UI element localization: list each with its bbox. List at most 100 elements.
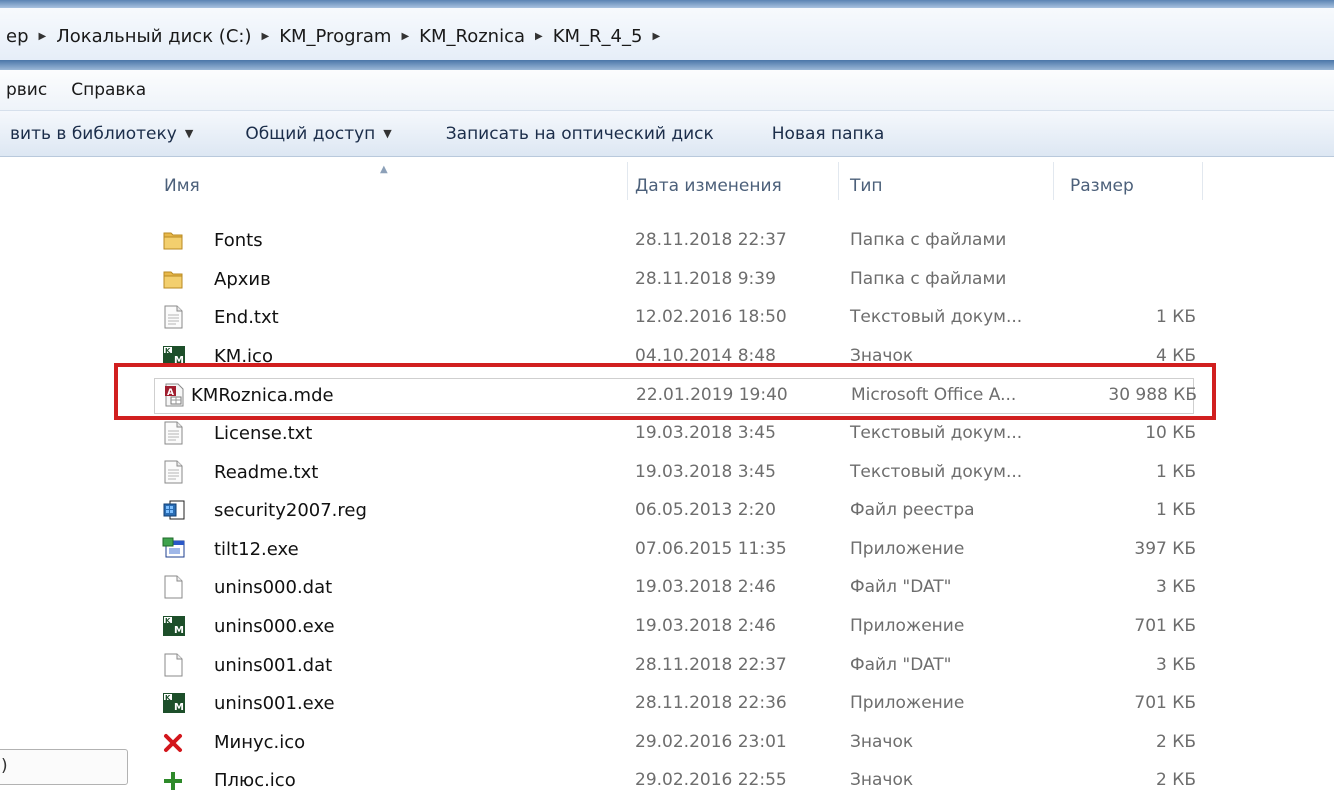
chevron-right-icon[interactable]: ▶ [648,31,664,42]
file-date: 06.05.2013 2:20 [635,500,776,521]
share-label: Общий доступ [245,123,376,144]
burn-disc-button[interactable]: Записать на оптический диск [442,124,718,144]
blank-file-icon [162,575,184,599]
chevron-right-icon[interactable]: ▶ [531,31,547,42]
file-name: security2007.reg [214,500,367,522]
add-to-library-button[interactable]: вить в библиотеку ▼ [6,124,197,144]
blank-file-icon [162,653,184,677]
column-header-type[interactable]: Тип [850,176,883,196]
file-name: unins000.exe [214,616,335,637]
breadcrumb-item-km-r-4-5[interactable]: KM_R_4_5 [547,26,649,47]
file-row[interactable]: Архив 28.11.2018 9:39 Папка с файлами [130,263,1210,299]
menu-item-help[interactable]: Справка [59,80,158,100]
file-type: Файл "DAT" [850,577,952,598]
file-name: Архив [214,268,271,290]
file-type: Текстовый докум... [850,461,1023,482]
file-size: 397 КБ [1134,538,1196,559]
file-row[interactable]: security2007.reg 06.05.2013 2:20 Файл реес… [130,494,1210,530]
file-type: Файл "DAT" [850,654,952,675]
menu-item-service[interactable]: рвис [0,80,59,100]
breadcrumb-item-local-disk[interactable]: Локальный диск (C:) [50,26,257,47]
file-date: 12.02.2016 18:50 [635,307,787,328]
address-bar[interactable]: ер ▶ Локальный диск (C:) ▶ KM_Program ▶ … [0,8,1334,61]
file-date: 19.03.2018 2:46 [635,577,776,598]
chevron-right-icon[interactable]: ▶ [397,31,413,42]
column-header-size[interactable]: Размер [1070,176,1134,196]
chevron-right-icon[interactable]: ▶ [257,31,273,42]
file-name: unins001.exe [214,693,335,715]
file-size: 1 КБ [1156,461,1196,482]
breadcrumb-item-km-roznica[interactable]: KM_Roznica [413,26,531,47]
file-row[interactable]: M Kunins001.exe 28.11.2018 22:36 Приложение… [130,687,1210,723]
file-size: 701 КБ [1134,616,1196,636]
svg-text:M: M [174,702,184,713]
svg-text:K: K [165,347,171,355]
file-type: Файл реестра [850,500,975,521]
file-type: Значок [850,731,914,752]
file-name: unins000.dat [214,577,333,599]
red-x-icon [162,730,184,754]
file-row[interactable]: Readme.txt 19.03.2018 3:45 Текстовый докум… [130,456,1210,492]
breadcrumb: ер ▶ Локальный диск (C:) ▶ KM_Program ▶ … [0,24,664,48]
file-type: Папка с файлами [850,230,1007,250]
file-row[interactable]: Fonts 28.11.2018 22:37 Папка с файлами [130,224,1210,260]
breadcrumb-item-computer[interactable]: ер [0,26,35,47]
column-divider[interactable] [627,162,628,200]
file-name: License.txt [214,423,313,444]
chevron-right-icon[interactable]: ▶ [35,31,51,42]
command-bar: вить в библиотеку ▼ Общий доступ ▼ Запис… [0,111,1334,157]
column-divider[interactable] [1202,162,1203,200]
file-row[interactable]: tilt12.exe 07.06.2015 11:35 Приложение 397 … [130,533,1210,569]
file-row[interactable]: unins001.dat 28.11.2018 22:37 Файл "DAT" 3 … [130,649,1210,685]
file-size: 1 КБ [1156,307,1196,328]
file-name: unins001.dat [214,654,333,676]
file-row[interactable]: Минус.ico 29.02.2016 23:01 Значок 2 КБ [130,726,1210,762]
file-row[interactable]: M K unins000.exe 19.03.2018 2:46 Приложение 7… [130,610,1210,646]
breadcrumb-item-km-program[interactable]: KM_Program [273,26,397,47]
file-size: 10 КБ [1145,423,1196,443]
file-type: Приложение [850,693,965,714]
file-date: 19.03.2018 2:46 [635,616,776,636]
km-icon: MK [162,614,185,638]
file-date: 29.02.2016 23:01 [635,731,787,752]
nav-pane-item[interactable]: ) [0,749,128,785]
file-type: Приложение [850,616,965,636]
column-header-date[interactable]: Дата изменения [635,176,782,196]
file-date: 28.11.2018 22:37 [635,230,787,250]
text-file-icon [162,305,184,329]
file-size: 2 КБ [1156,731,1196,752]
text-file-icon [162,421,184,445]
file-row[interactable]: unins000.dat 19.03.2018 2:46 Файл "DAT" 3 К… [130,571,1210,607]
exe-window-icon [162,537,185,561]
svg-text:K: K [165,694,171,702]
svg-text:M: M [174,625,184,636]
file-date: 28.11.2018 22:36 [635,693,787,714]
nav-pane-item-label: ) [1,756,8,776]
new-folder-button[interactable]: Новая папка [768,124,889,144]
column-header-name[interactable]: Имя [164,176,200,196]
share-button[interactable]: Общий доступ ▼ [241,124,395,144]
file-type: Приложение [850,538,965,559]
dropdown-arrow-icon: ▼ [184,127,194,140]
file-name: Плюс.ico [214,770,296,792]
file-size: 3 КБ [1156,577,1196,598]
file-name: tilt12.exe [214,538,299,560]
column-divider[interactable] [1053,162,1054,200]
text-file-icon [162,460,184,484]
file-row[interactable]: End.txt 12.02.2016 18:50 Текстовый докум..… [130,301,1210,337]
file-date: 19.03.2018 3:45 [635,423,776,443]
navigation-pane[interactable]: ) [0,157,130,796]
file-date: 28.11.2018 9:39 [635,268,776,289]
file-row[interactable]: Плюс.ico 29.02.2016 22:55 Значок 2 КБ [130,764,1210,800]
column-divider[interactable] [838,162,839,200]
file-size: 701 КБ [1134,693,1196,714]
folder-icon [162,228,184,252]
registry-icon [162,498,185,522]
file-type: Текстовый докум... [850,423,1023,443]
file-date: 19.03.2018 3:45 [635,461,776,482]
file-size: 2 КБ [1156,770,1196,791]
file-type: Папка с файлами [850,268,1007,289]
file-date: 29.02.2016 22:55 [635,770,787,791]
file-size: 3 КБ [1156,654,1196,675]
file-row[interactable]: License.txt 19.03.2018 3:45 Текстовый доку… [130,417,1210,453]
